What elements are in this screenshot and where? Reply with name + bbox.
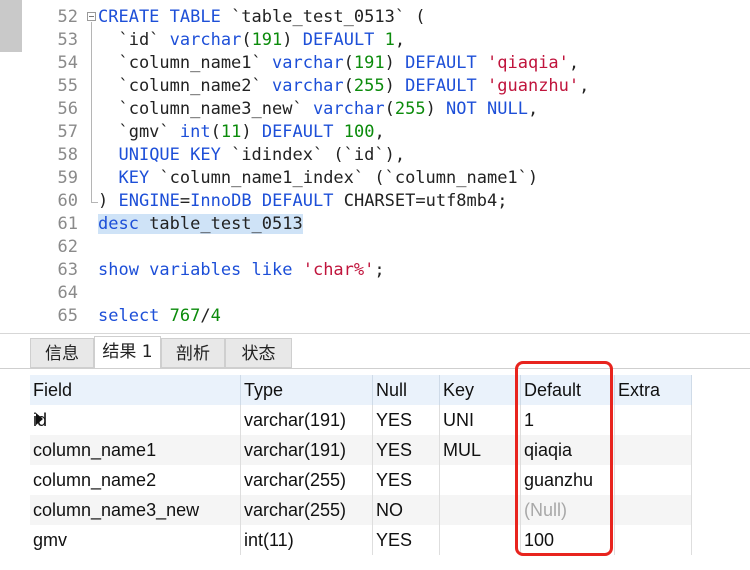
cell-null[interactable]: YES <box>373 465 440 495</box>
cell-key[interactable] <box>440 525 521 555</box>
cell-extra[interactable] <box>615 525 692 555</box>
line-number: 53 <box>57 30 78 50</box>
code-line[interactable]: desc table_test_0513 <box>98 213 303 236</box>
column-header-null[interactable]: Null <box>373 375 440 405</box>
line-number: 64 <box>57 283 78 303</box>
cell-field[interactable]: gmv <box>30 525 241 555</box>
cell-type[interactable]: varchar(255) <box>241 465 373 495</box>
cell-key[interactable] <box>440 495 521 525</box>
cell-extra[interactable] <box>615 405 692 435</box>
code-line[interactable]: `id` varchar(191) DEFAULT 1, <box>98 29 405 52</box>
sql-editor[interactable]: 52 53 54 55 56 57 58 59 60 61 62 63 64 65 CREATE TABL… <box>0 0 750 333</box>
code-line[interactable]: `column_name1` varchar(191) DEFAULT 'qia… <box>98 52 579 75</box>
tab-info[interactable]: 信息 <box>30 338 94 368</box>
code-line[interactable]: ) ENGINE=InnoDB DEFAULT CHARSET=utf8mb4; <box>98 190 507 213</box>
tab-profile[interactable]: 剖析 <box>161 338 225 368</box>
line-number: 52 <box>57 7 78 27</box>
tab-status[interactable]: 状态 <box>225 338 292 368</box>
line-number: 54 <box>57 53 78 73</box>
code-line[interactable]: `gmv` int(11) DEFAULT 100, <box>98 121 384 144</box>
cell-key[interactable]: UNI <box>440 405 521 435</box>
cell-extra[interactable] <box>615 465 692 495</box>
cell-extra[interactable] <box>615 435 692 465</box>
column-header-field[interactable]: Field <box>30 375 241 405</box>
line-number: 62 <box>57 237 78 257</box>
code-line[interactable]: `column_name3_new` varchar(255) NOT NULL… <box>98 98 538 121</box>
fold-guide <box>91 22 92 202</box>
cell-key[interactable] <box>440 465 521 495</box>
current-row-marker-icon <box>36 413 43 425</box>
fold-collapse-icon[interactable] <box>87 12 96 21</box>
line-number: 58 <box>57 145 78 165</box>
tab-result-1[interactable]: 结果 1 <box>94 336 161 369</box>
cell-type[interactable]: int(11) <box>241 525 373 555</box>
code-line[interactable]: `column_name2` varchar(255) DEFAULT 'gua… <box>98 75 589 98</box>
line-number: 55 <box>57 76 78 96</box>
code-line[interactable]: show variables like 'char%'; <box>98 259 385 282</box>
cell-null[interactable]: YES <box>373 435 440 465</box>
cell-field[interactable]: column_name2 <box>30 465 241 495</box>
code-line[interactable]: UNIQUE KEY `idindex` (`id`), <box>98 144 405 167</box>
default-column-highlight <box>515 361 613 556</box>
line-number: 59 <box>57 168 78 188</box>
cell-key[interactable]: MUL <box>440 435 521 465</box>
cell-field[interactable]: id <box>30 405 241 435</box>
column-header-type[interactable]: Type <box>241 375 373 405</box>
code-line[interactable]: KEY `column_name1_index` (`column_name1`… <box>98 167 538 190</box>
column-header-extra[interactable]: Extra <box>615 375 692 405</box>
cell-null[interactable]: YES <box>373 405 440 435</box>
line-number: 56 <box>57 99 78 119</box>
cell-null[interactable]: YES <box>373 525 440 555</box>
column-header-key[interactable]: Key <box>440 375 521 405</box>
cell-type[interactable]: varchar(191) <box>241 435 373 465</box>
result-tab-bar: 信息 结果 1 剖析 状态 <box>0 334 750 370</box>
code-line[interactable]: select 767/4 <box>98 305 221 328</box>
line-number: 60 <box>57 191 78 211</box>
cell-field[interactable]: column_name1 <box>30 435 241 465</box>
tab-underline <box>0 368 750 369</box>
cell-type[interactable]: varchar(255) <box>241 495 373 525</box>
line-number: 61 <box>57 214 78 234</box>
line-number: 57 <box>57 122 78 142</box>
code-line[interactable]: CREATE TABLE `table_test_0513` ( <box>98 6 426 29</box>
line-number: 65 <box>57 306 78 326</box>
cell-type[interactable]: varchar(191) <box>241 405 373 435</box>
cell-field[interactable]: column_name3_new <box>30 495 241 525</box>
cell-extra[interactable] <box>615 495 692 525</box>
line-number: 63 <box>57 260 78 280</box>
cell-null[interactable]: NO <box>373 495 440 525</box>
fold-guide-end <box>91 202 98 203</box>
